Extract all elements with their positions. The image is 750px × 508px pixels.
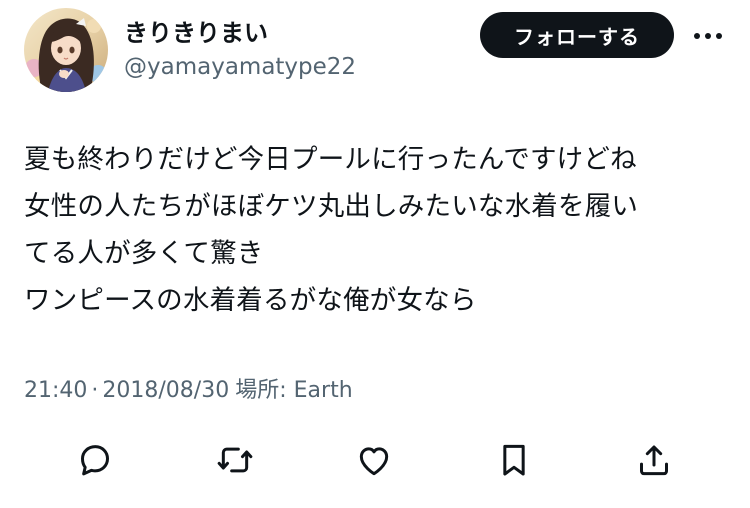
share-upload-icon [640, 445, 668, 476]
heart-icon [359, 447, 389, 476]
retweet-button[interactable] [213, 438, 257, 482]
retweet-arrows-icon [217, 447, 253, 473]
tweet-meta: 21:40 · 2018/08/30 場所: Earth [24, 376, 353, 406]
bookmark-button[interactable] [492, 438, 536, 482]
like-button[interactable] [352, 438, 396, 482]
meta-separator: · [91, 378, 99, 403]
tweet-line: 夏も終わりだけど今日プールに行ったんですけどね [24, 144, 637, 175]
tweet-time[interactable]: 21:40 [24, 378, 87, 403]
tweet-date[interactable]: 2018/08/30 [102, 378, 229, 403]
tweet-line: 女性の人たちがほぼケツ丸出しみたいな水着を履い [24, 191, 639, 222]
location-label: 場所: [235, 378, 287, 403]
more-options-button[interactable] [688, 18, 728, 54]
location-value[interactable]: Earth [294, 378, 353, 403]
reply-button[interactable] [73, 438, 117, 482]
tweet-line: ワンピースの水着着るがな俺が女なら [24, 285, 477, 316]
display-name[interactable]: きりきりまい [124, 18, 268, 48]
action-bar [0, 438, 750, 482]
follow-button[interactable]: フォローする [480, 12, 674, 58]
more-dots-icon [694, 33, 722, 39]
bookmark-icon [503, 444, 525, 476]
speech-bubble-icon [81, 445, 109, 476]
avatar[interactable] [24, 8, 108, 92]
tweet-text: 夏も終わりだけど今日プールに行ったんですけどね 女性の人たちがほぼケツ丸出しみた… [24, 136, 724, 324]
tweet-line: てる人が多くて驚き [24, 238, 264, 269]
avatar-image [24, 8, 108, 92]
follow-button-label: フォローする [514, 24, 640, 49]
user-handle[interactable]: @yamayamatype22 [124, 52, 356, 82]
share-button[interactable] [632, 438, 676, 482]
